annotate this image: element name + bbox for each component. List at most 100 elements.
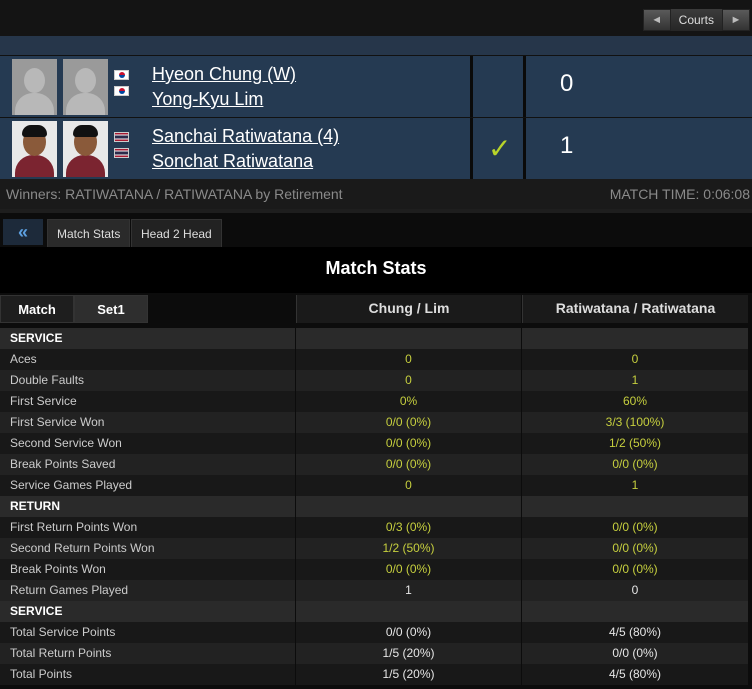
table-row: Second Service Won 0/0 (0%) 1/2 (50%) (0, 433, 748, 454)
stat-value-team2: 4/5 (80%) (522, 664, 748, 685)
courts-nav: ◄ Courts ► (642, 8, 750, 32)
table-row: Total Points 1/5 (20%) 4/5 (80%) (0, 664, 748, 685)
stat-value-team2: 0/0 (0%) (522, 643, 748, 664)
scoreboard: Hyeon Chung (W) Yong-Kyu Lim 0 Sanchai R… (0, 55, 752, 180)
column-header-team2: Ratiwatana / Ratiwatana (522, 295, 748, 323)
team-score: 1 (560, 132, 574, 159)
table-row: First Return Points Won 0/3 (0%) 0/0 (0%) (0, 517, 748, 538)
korea-flag-icon (114, 70, 129, 80)
stat-value-team2: 1 (522, 370, 748, 391)
player-name-link[interactable]: Yong-Kyu Lim (152, 89, 263, 110)
player-photo (12, 121, 57, 177)
stat-value-team2: 0/0 (0%) (522, 454, 748, 475)
player-photo-placeholder (63, 59, 108, 115)
next-court-button[interactable]: ► (722, 9, 750, 31)
korea-flag-icon (114, 86, 129, 96)
table-row: Total Return Points 1/5 (20%) 0/0 (0%) (0, 643, 748, 664)
table-row: Break Points Saved 0/0 (0%) 0/0 (0%) (0, 454, 748, 475)
table-row: Second Return Points Won 1/2 (50%) 0/0 (0%… (0, 538, 748, 559)
page-title: Match Stats (0, 247, 752, 293)
stat-value-team2: 1/2 (50%) (522, 433, 748, 454)
stat-value-team2: 0 (522, 580, 748, 601)
tab-bar: « Match Stats Head 2 Head (0, 209, 752, 247)
stats-header: Match Set1 Chung / Lim Ratiwatana / Rati… (0, 293, 752, 324)
stat-value-team2: 3/3 (100%) (522, 412, 748, 433)
team-row: Sanchai Ratiwatana (4) Sonchat Ratiwatan… (0, 117, 752, 180)
match-filter-button[interactable]: Match (0, 295, 74, 323)
table-row: Service Games Played 0 1 (0, 475, 748, 496)
section-header: SERVICE (0, 601, 748, 622)
stat-value-team1: 0/3 (0%) (296, 517, 521, 538)
tab-head-2-head[interactable]: Head 2 Head (131, 219, 222, 247)
stat-value-team2: 0/0 (0%) (522, 538, 748, 559)
stat-label: Break Points Won (0, 559, 295, 580)
stat-label: SERVICE (0, 328, 295, 349)
table-row: Return Games Played 1 0 (0, 580, 748, 601)
stat-label: Second Return Points Won (0, 538, 295, 559)
stat-label: Total Return Points (0, 643, 295, 664)
prev-court-button[interactable]: ◄ (642, 9, 671, 31)
stat-label: RETURN (0, 496, 295, 517)
stat-label: Double Faults (0, 370, 295, 391)
winner-check-icon: ✓ (488, 133, 512, 164)
tab-match-stats[interactable]: Match Stats (47, 219, 131, 247)
stat-value-team2 (522, 496, 748, 517)
column-header-team1: Chung / Lim (296, 295, 521, 323)
stat-value-team1: 0/0 (0%) (296, 622, 521, 643)
stat-value-team1: 1/5 (20%) (296, 664, 521, 685)
stat-value-team1: 0 (296, 370, 521, 391)
top-bar: ◄ Courts ► (0, 0, 752, 36)
stat-label: First Return Points Won (0, 517, 295, 538)
courts-label[interactable]: Courts (670, 9, 722, 31)
winners-text: Winners: RATIWATANA / RATIWATANA by Reti… (6, 186, 343, 202)
stat-value-team1: 1/2 (50%) (296, 538, 521, 559)
stat-value-team2: 1 (522, 475, 748, 496)
stat-value-team1: 0 (296, 349, 521, 370)
stat-value-team2: 0/0 (0%) (522, 559, 748, 580)
team-score: 0 (560, 70, 574, 97)
stat-value-team1: 0% (296, 391, 521, 412)
stat-value-team1: 0/0 (0%) (296, 454, 521, 475)
stat-label: Service Games Played (0, 475, 295, 496)
section-header: RETURN (0, 496, 748, 517)
match-time: MATCH TIME: 0:06:08 (609, 186, 750, 202)
chevron-left-icon: ◄ (651, 14, 663, 26)
player-name-link[interactable]: Hyeon Chung (W) (152, 64, 296, 85)
stat-value-team1 (296, 496, 521, 517)
match-info-bar: Winners: RATIWATANA / RATIWATANA by Reti… (0, 179, 752, 209)
stat-label: Total Points (0, 664, 295, 685)
stat-label: SERVICE (0, 601, 295, 622)
back-button[interactable]: « (3, 219, 43, 245)
stat-value-team1 (296, 601, 521, 622)
table-row: Double Faults 0 1 (0, 370, 748, 391)
double-chevron-left-icon: « (17, 221, 28, 242)
table-row: Aces 0 0 (0, 349, 748, 370)
player-photo-placeholder (12, 59, 57, 115)
chevron-right-icon: ► (730, 14, 742, 26)
team-row: Hyeon Chung (W) Yong-Kyu Lim 0 (0, 55, 752, 118)
stat-value-team2: 0 (522, 349, 748, 370)
thailand-flag-icon (114, 132, 129, 142)
stat-value-team2: 4/5 (80%) (522, 622, 748, 643)
table-row: First Service Won 0/0 (0%) 3/3 (100%) (0, 412, 748, 433)
player-name-link[interactable]: Sonchat Ratiwatana (152, 151, 313, 172)
table-row: Break Points Won 0/0 (0%) 0/0 (0%) (0, 559, 748, 580)
player-name-link[interactable]: Sanchai Ratiwatana (4) (152, 126, 339, 147)
stat-value-team1: 1/5 (20%) (296, 643, 521, 664)
thailand-flag-icon (114, 148, 129, 158)
set1-filter-button[interactable]: Set1 (74, 295, 148, 323)
stat-value-team2: 60% (522, 391, 748, 412)
stats-table: SERVICE Aces 0 0 Double Faults 0 1 First Servic… (0, 328, 748, 685)
stat-label: Aces (0, 349, 295, 370)
stat-value-team2 (522, 328, 748, 349)
stat-value-team1: 0/0 (0%) (296, 559, 521, 580)
stat-value-team1: 0/0 (0%) (296, 433, 521, 454)
stat-label: Return Games Played (0, 580, 295, 601)
stat-label: First Service Won (0, 412, 295, 433)
stat-value-team1: 0/0 (0%) (296, 412, 521, 433)
stat-label: Second Service Won (0, 433, 295, 454)
table-row: First Service 0% 60% (0, 391, 748, 412)
stat-value-team2: 0/0 (0%) (522, 517, 748, 538)
player-photo (63, 121, 108, 177)
header-stripe (0, 36, 752, 55)
